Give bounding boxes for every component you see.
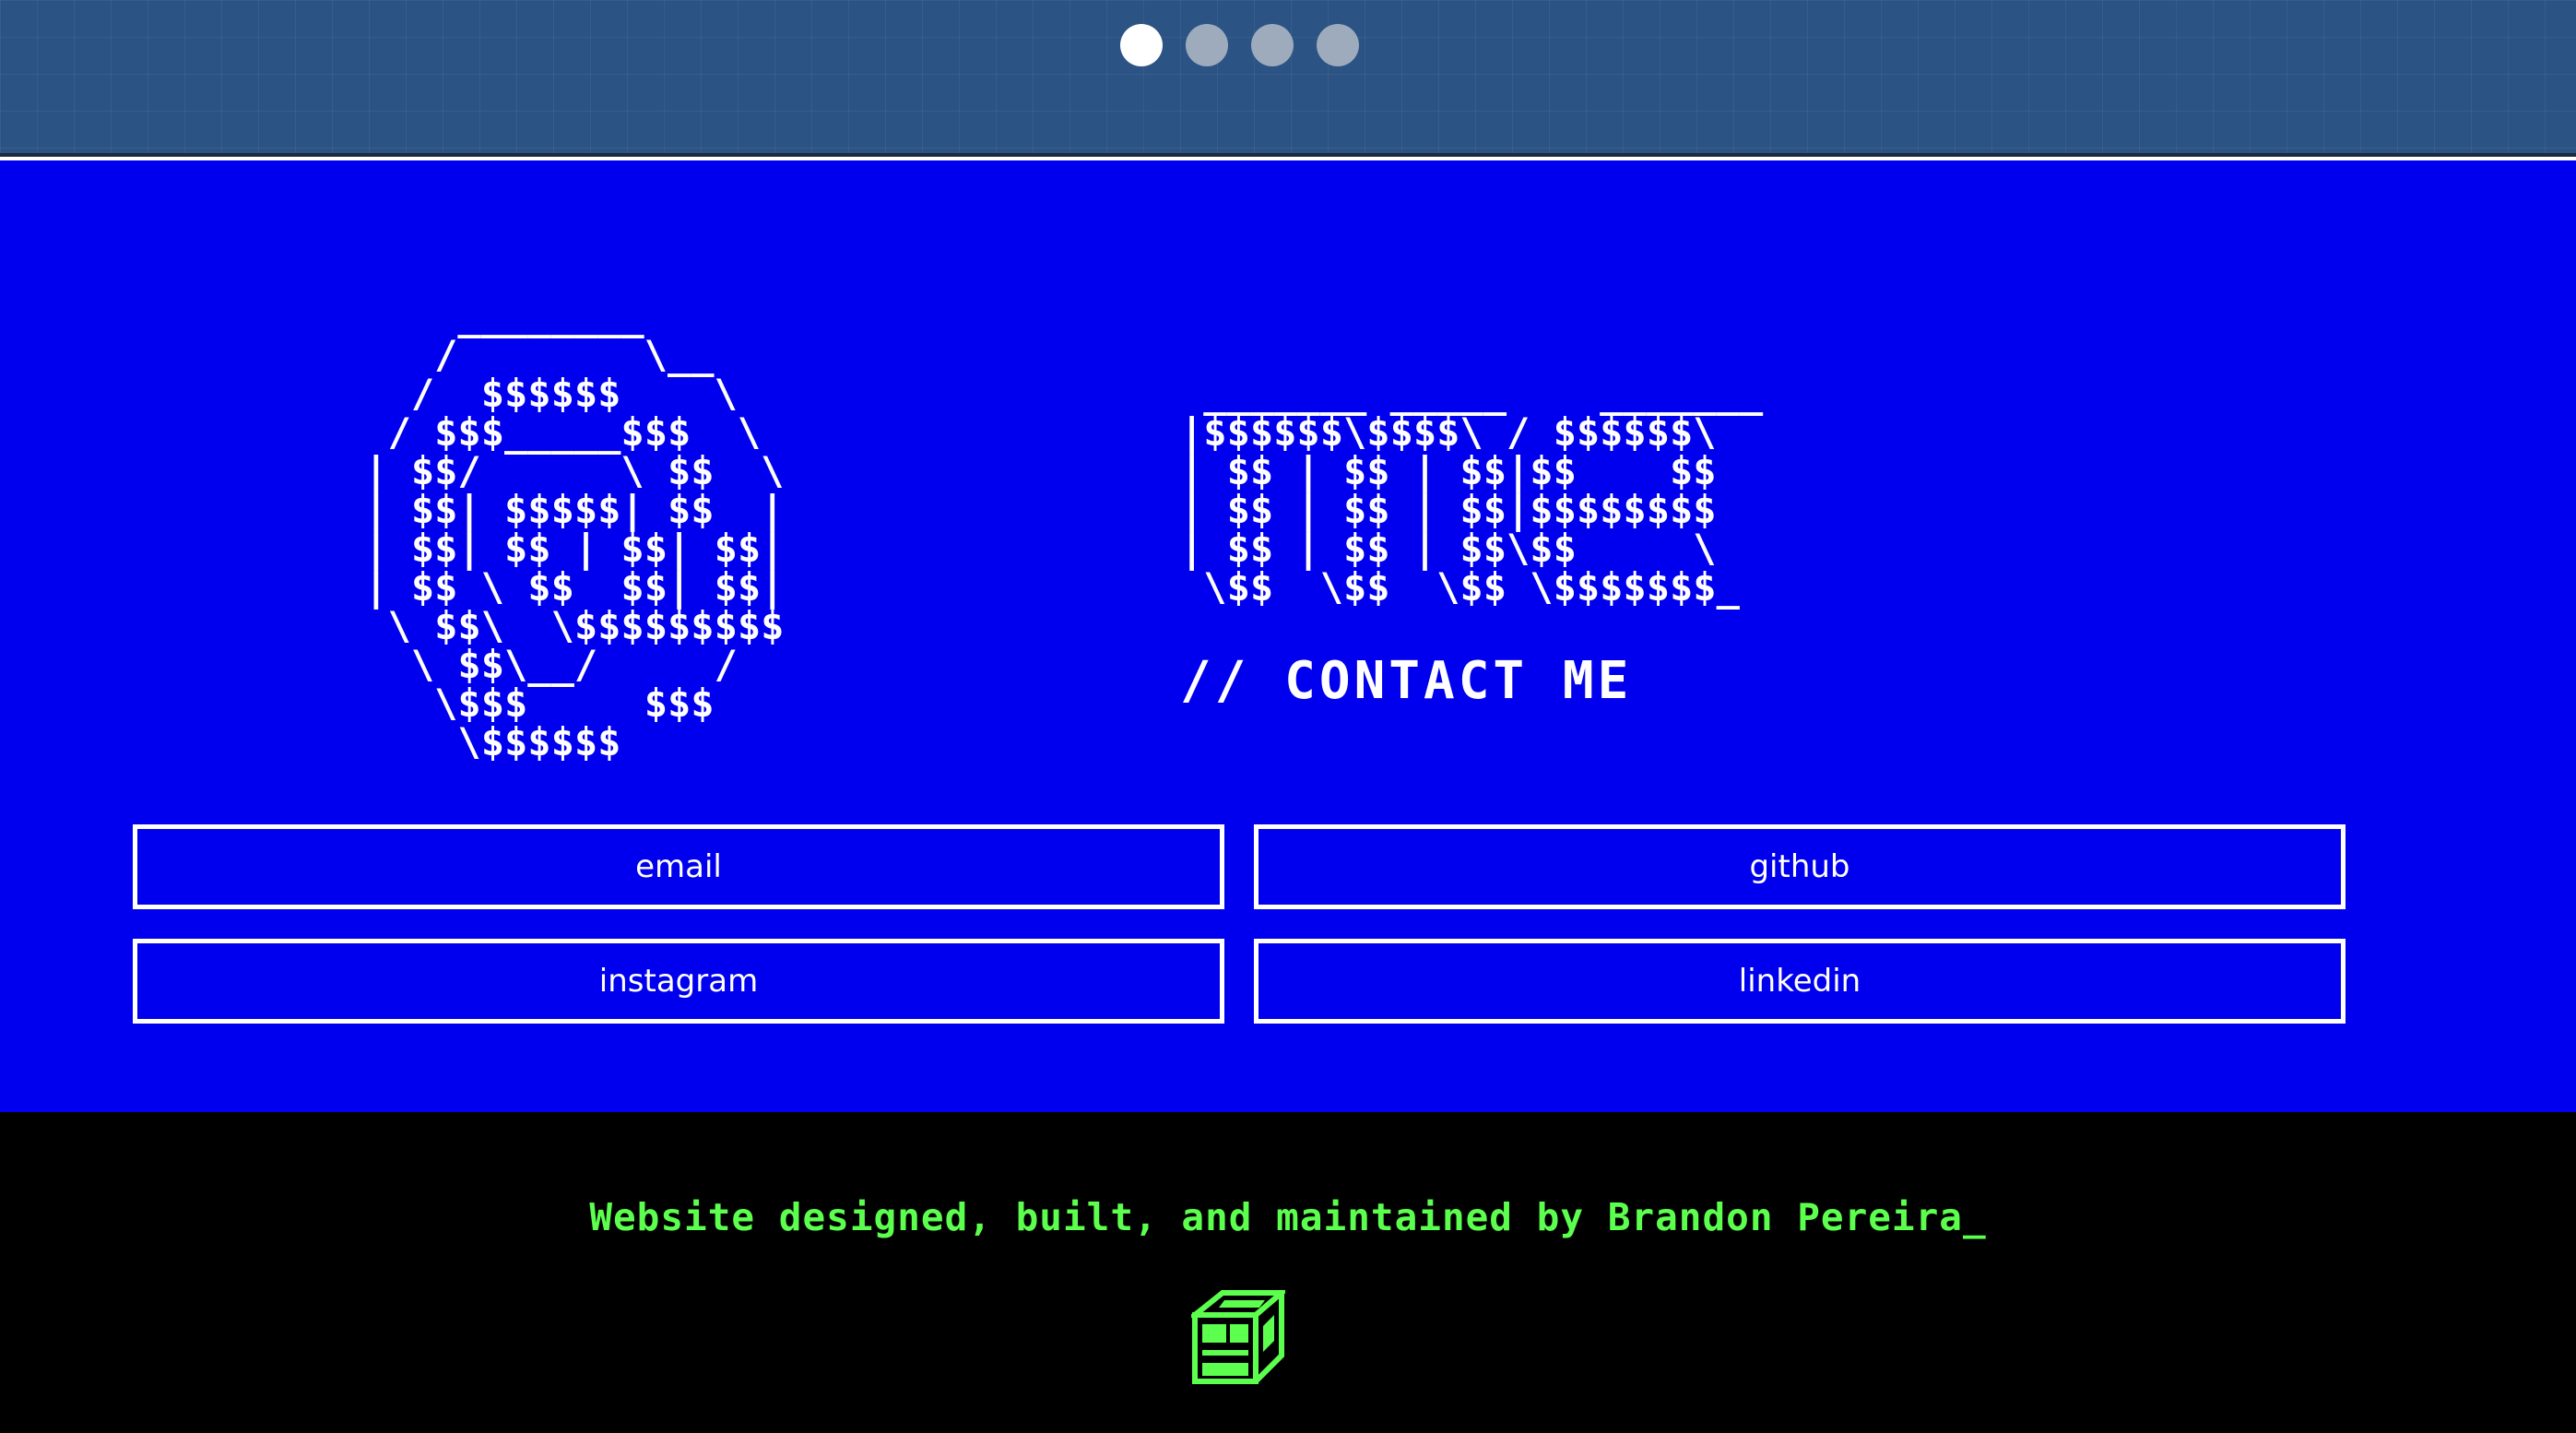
carousel-dot-4[interactable]: [1317, 24, 1359, 66]
contact-section: ________ / \__ / $$$$$$ \ / $$$_____$$$ …: [0, 160, 2576, 1112]
linkedin-link-button[interactable]: linkedin: [1254, 939, 2346, 1024]
ascii-me-art: _______ _____ _______ |$$$$$$\$$$$\ / $$…: [1180, 371, 1764, 610]
email-link-button[interactable]: email: [133, 824, 1224, 909]
instagram-link-button[interactable]: instagram: [133, 939, 1224, 1024]
carousel-dot-1[interactable]: [1120, 24, 1163, 66]
ascii-at-sign-art: ________ / \__ / $$$$$$ \ / $$$_____$$$ …: [364, 293, 785, 764]
top-bar: [0, 0, 2576, 160]
footer: Website designed, built, and maintained …: [0, 1112, 2576, 1433]
contact-subtitle: // CONTACT ME: [1180, 651, 1633, 711]
footer-credit: Website designed, built, and maintained …: [589, 1195, 1987, 1239]
carousel-dot-2[interactable]: [1186, 24, 1228, 66]
github-link-button[interactable]: github: [1254, 824, 2346, 909]
carousel-dots: [1120, 24, 1359, 66]
pixel-computer-icon[interactable]: [1191, 1289, 1285, 1385]
carousel-dot-3[interactable]: [1251, 24, 1294, 66]
contact-links: email github instagram linkedin: [133, 824, 2346, 1024]
